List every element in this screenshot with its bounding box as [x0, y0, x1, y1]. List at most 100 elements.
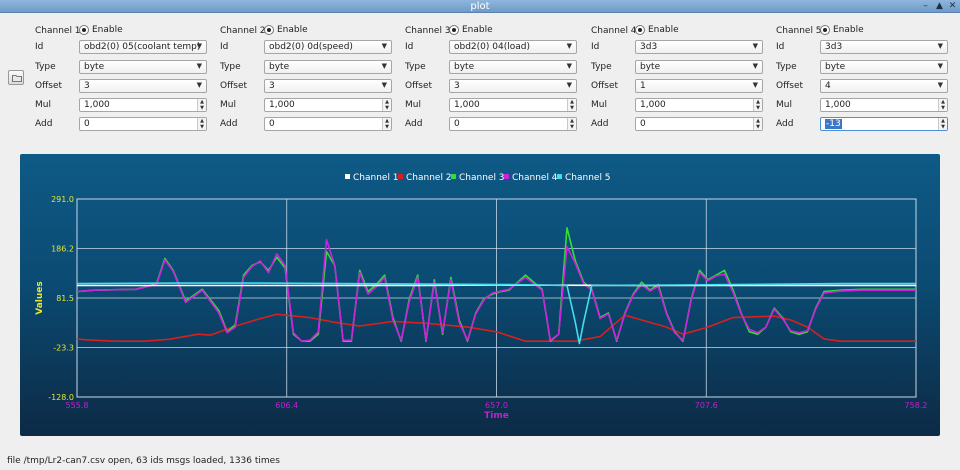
channel-4-enable-radio[interactable]: Enable: [635, 25, 679, 35]
spin-arrows[interactable]: ▲ ▼: [382, 99, 391, 111]
channel-label: Channel 3: [405, 26, 451, 36]
chevron-down-icon: ▼: [752, 42, 758, 50]
channel-3-offset-select[interactable]: 3 ▼: [449, 79, 577, 93]
channel-4-mul-spinbox[interactable]: 1,000 ▲ ▼: [635, 98, 763, 112]
channel-label: Channel 2: [220, 26, 266, 36]
legend-label-4: Channel 4: [512, 173, 558, 183]
enable-label: Enable: [648, 25, 679, 35]
channel-3-enable-radio[interactable]: Enable: [449, 25, 493, 35]
y-tick-label: 186.2: [51, 245, 74, 254]
channel-1-add-spinbox[interactable]: 0 ▲ ▼: [79, 117, 207, 131]
spin-arrows[interactable]: ▲ ▼: [938, 99, 947, 111]
plot-area: 555.8 606.4 657.0 707.6 758.2 291.0 186.2 81.5 -…: [20, 154, 940, 436]
type-value: byte: [84, 62, 105, 72]
add-label: Add: [776, 119, 794, 129]
spin-arrows[interactable]: ▲ ▼: [197, 99, 206, 111]
chevron-down-icon: ▼: [937, 81, 943, 89]
channel-2-offset-select[interactable]: 3 ▼: [264, 79, 392, 93]
spin-arrows[interactable]: ▲ ▼: [382, 118, 391, 130]
radio-indicator[interactable]: [635, 25, 645, 35]
minimize-button[interactable]: –: [920, 1, 931, 12]
radio-indicator[interactable]: [820, 25, 830, 35]
spin-arrows[interactable]: ▲ ▼: [567, 99, 576, 111]
channel-4-type-select[interactable]: byte ▼: [635, 60, 763, 74]
channel-5-enable-radio[interactable]: Enable: [820, 25, 864, 35]
chevron-down-icon: ▼: [381, 62, 387, 70]
enable-label: Enable: [462, 25, 493, 35]
channel-1-offset-select[interactable]: 3 ▼: [79, 79, 207, 93]
radio-indicator[interactable]: [449, 25, 459, 35]
enable-label: Enable: [277, 25, 308, 35]
channel-5-mul-spinbox[interactable]: 1,000 ▲ ▼: [820, 98, 948, 112]
add-value: 0: [640, 119, 646, 129]
channel-1-enable-radio[interactable]: Enable: [79, 25, 123, 35]
maximize-button[interactable]: ▲: [934, 1, 945, 12]
offset-label: Offset: [591, 81, 619, 91]
spin-arrows[interactable]: ▲ ▼: [938, 118, 947, 130]
legend-swatch-5: [557, 174, 562, 179]
type-value: byte: [825, 62, 846, 72]
offset-value: 3: [84, 81, 90, 91]
id-label: Id: [220, 42, 229, 52]
chevron-down-icon: ▼: [937, 62, 943, 70]
spin-arrows[interactable]: ▲ ▼: [567, 118, 576, 130]
channel-3-mul-spinbox[interactable]: 1,000 ▲ ▼: [449, 98, 577, 112]
x-tick-label: 606.4: [275, 401, 298, 410]
mul-label: Mul: [776, 100, 792, 110]
y-axis-label: Values: [35, 281, 45, 315]
radio-indicator[interactable]: [79, 25, 89, 35]
channel-2-id-select[interactable]: obd2(0) 0d(speed) ▼: [264, 40, 392, 54]
offset-value: 4: [825, 81, 831, 91]
id-value: obd2(0) 04(load): [454, 42, 530, 52]
open-file-button[interactable]: [8, 70, 24, 85]
channel-3-id-select[interactable]: obd2(0) 04(load) ▼: [449, 40, 577, 54]
close-button[interactable]: ✕: [947, 1, 958, 12]
channel-4-add-spinbox[interactable]: 0 ▲ ▼: [635, 117, 763, 131]
enable-label: Enable: [92, 25, 123, 35]
chevron-down-icon: ▼: [381, 81, 387, 89]
offset-label: Offset: [776, 81, 804, 91]
channel-5-add-spinbox[interactable]: -13 ▲ ▼: [820, 117, 948, 131]
spin-arrows[interactable]: ▲ ▼: [197, 118, 206, 130]
y-tick-label: -128.0: [48, 393, 74, 402]
channel-5-offset-select[interactable]: 4 ▼: [820, 79, 948, 93]
legend-label-3: Channel 3: [459, 173, 505, 183]
channel-group-2: Channel 2 Enable Id obd2(0) 0d(speed) ▼ …: [220, 24, 392, 136]
status-bar-text: file /tmp/Lr2-can7.csv open, 63 ids msgs…: [7, 456, 280, 466]
channel-label: Channel 4: [591, 26, 637, 36]
id-label: Id: [35, 42, 44, 52]
channel-1-type-select[interactable]: byte ▼: [79, 60, 207, 74]
radio-indicator[interactable]: [264, 25, 274, 35]
folder-open-icon: [12, 75, 22, 82]
channel-2-enable-radio[interactable]: Enable: [264, 25, 308, 35]
chevron-down-icon: ▼: [196, 42, 202, 50]
channel-2-add-spinbox[interactable]: 0 ▲ ▼: [264, 117, 392, 131]
channel-group-4: Channel 4 Enable Id 3d3 ▼ Type byte ▼ Of…: [591, 24, 763, 136]
spin-arrows[interactable]: ▲ ▼: [753, 118, 762, 130]
window-title: plot: [470, 1, 490, 12]
id-value: 3d3: [825, 42, 843, 52]
legend-swatch-3: [451, 174, 456, 179]
legend-swatch-4: [504, 174, 509, 179]
type-value: byte: [640, 62, 661, 72]
offset-label: Offset: [220, 81, 248, 91]
channel-5-id-select[interactable]: 3d3 ▼: [820, 40, 948, 54]
legend-label-1: Channel 1: [353, 173, 399, 183]
id-value: 3d3: [640, 42, 658, 52]
channel-4-id-select[interactable]: 3d3 ▼: [635, 40, 763, 54]
channel-3-type-select[interactable]: byte ▼: [449, 60, 577, 74]
window-titlebar[interactable]: plot – ▲ ✕: [0, 0, 960, 13]
channel-2-type-select[interactable]: byte ▼: [264, 60, 392, 74]
channel-1-id-select[interactable]: obd2(0) 05(coolant temp) ▼: [79, 40, 207, 54]
id-value: obd2(0) 0d(speed): [269, 42, 353, 52]
offset-value: 3: [454, 81, 460, 91]
channel-2-mul-spinbox[interactable]: 1,000 ▲ ▼: [264, 98, 392, 112]
spin-arrows[interactable]: ▲ ▼: [753, 99, 762, 111]
chevron-down-icon: ▼: [752, 62, 758, 70]
channel-3-add-spinbox[interactable]: 0 ▲ ▼: [449, 117, 577, 131]
chevron-down-icon: ▼: [752, 81, 758, 89]
channel-5-type-select[interactable]: byte ▼: [820, 60, 948, 74]
channel-1-mul-spinbox[interactable]: 1,000 ▲ ▼: [79, 98, 207, 112]
channel-4-offset-select[interactable]: 1 ▼: [635, 79, 763, 93]
channel-label: Channel 5: [776, 26, 822, 36]
